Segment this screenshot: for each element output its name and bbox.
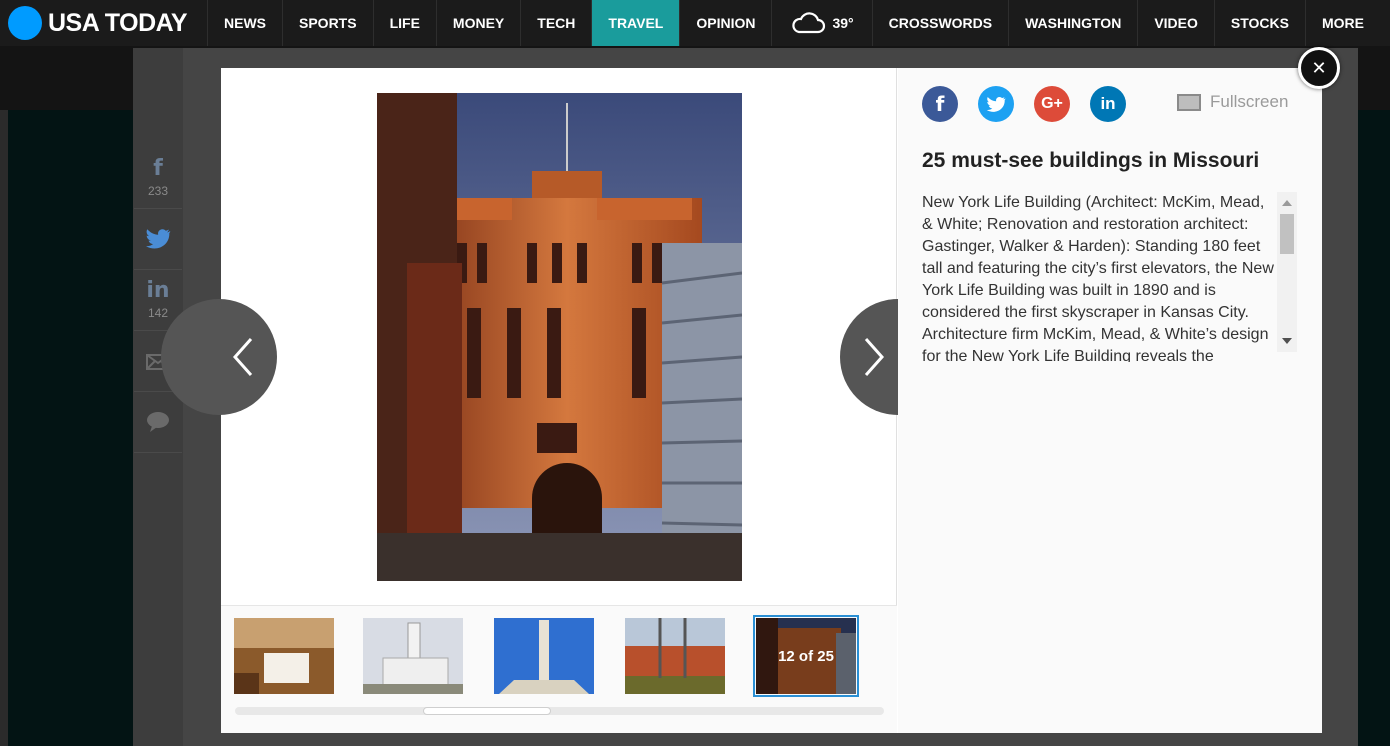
- rail-comment[interactable]: [134, 392, 182, 453]
- caption-box[interactable]: New York Life Building (Architect: McKim…: [922, 192, 1297, 362]
- gallery-title: 25 must-see buildings in Missouri: [922, 149, 1260, 172]
- close-gallery-button[interactable]: ✕: [1298, 47, 1340, 89]
- twitter-icon: [146, 229, 171, 249]
- twitter-share-button[interactable]: [978, 86, 1014, 122]
- linkedin-icon: in: [146, 278, 170, 303]
- thumbnail-item[interactable]: [363, 618, 463, 694]
- thumbnail-item[interactable]: [494, 618, 594, 694]
- gallery-media-panel: 12 of 25: [161, 68, 956, 733]
- nav-more[interactable]: MORE: [1306, 0, 1380, 46]
- close-icon: ✕: [1311, 57, 1327, 79]
- share-rail: f 233 in 142: [134, 148, 182, 453]
- rail-twitter-share[interactable]: [134, 209, 182, 270]
- caption-scrollbar[interactable]: [1277, 192, 1297, 352]
- nav-weather[interactable]: 39°: [772, 0, 873, 46]
- logo-text: USA TODAY: [48, 8, 188, 37]
- nav-travel[interactable]: TRAVEL: [592, 0, 681, 46]
- thumbnail-image: [494, 618, 594, 694]
- usa-today-logo[interactable]: USA TODAY: [0, 0, 208, 46]
- slide-caption: New York Life Building (Architect: McKim…: [922, 194, 1274, 362]
- rail-facebook-share[interactable]: f 233: [134, 148, 182, 209]
- nav-tech[interactable]: TECH: [521, 0, 593, 46]
- scroll-up-arrow-icon[interactable]: [1282, 200, 1292, 206]
- facebook-icon: f: [153, 156, 163, 181]
- linkedin-share-count: 142: [147, 306, 169, 320]
- scroll-down-arrow-icon[interactable]: [1282, 338, 1292, 344]
- gallery-main-photo[interactable]: [377, 93, 742, 581]
- facebook-share-count: 233: [147, 184, 169, 198]
- background-page: [8, 110, 138, 746]
- thumbnail-item[interactable]: [625, 618, 725, 694]
- background-page-right: [1358, 110, 1390, 746]
- nav-video[interactable]: VIDEO: [1138, 0, 1215, 46]
- chevron-right-icon: [864, 338, 885, 376]
- nav-washington[interactable]: WASHINGTON: [1009, 0, 1139, 46]
- thumbnail-scrollbar-thumb[interactable]: [423, 707, 551, 715]
- gallery-modal: 12 of 25 f G+ in Fullscreen 25 must-see …: [161, 68, 1322, 733]
- google-plus-share-button[interactable]: G+: [1034, 86, 1070, 122]
- nav-life[interactable]: LIFE: [374, 0, 437, 46]
- thumbnail-item[interactable]: [234, 618, 334, 694]
- thumbnail-image: [625, 618, 725, 694]
- social-share-buttons: f G+ in: [922, 86, 1146, 122]
- nav-crosswords[interactable]: CROSSWORDS: [873, 0, 1010, 46]
- nav-opinion[interactable]: OPINION: [680, 0, 773, 46]
- nav-sports[interactable]: SPORTS: [283, 0, 374, 46]
- fullscreen-button[interactable]: Fullscreen: [1177, 92, 1288, 112]
- prev-slide-button[interactable]: [161, 299, 277, 415]
- logo-dot-icon: [8, 6, 42, 40]
- nav-stocks[interactable]: STOCKS: [1215, 0, 1306, 46]
- slide-counter: 12 of 25: [756, 618, 856, 694]
- thumbnail-strip: 12 of 25: [221, 605, 897, 733]
- facebook-share-button[interactable]: f: [922, 86, 958, 122]
- building-photo: [377, 93, 742, 581]
- weather-temperature: 39°: [832, 15, 854, 31]
- comment-icon: [147, 412, 169, 432]
- linkedin-share-button[interactable]: in: [1090, 86, 1126, 122]
- linkedin-icon: in: [1100, 94, 1116, 113]
- gallery-info-panel: f G+ in Fullscreen 25 must-see buildings…: [898, 68, 1322, 733]
- thumbnail-image: [363, 618, 463, 694]
- fullscreen-label: Fullscreen: [1210, 92, 1289, 111]
- facebook-icon: f: [935, 92, 945, 116]
- chevron-left-icon: [232, 338, 253, 376]
- nav-money[interactable]: MONEY: [437, 0, 522, 46]
- google-plus-icon: G+: [1041, 95, 1063, 112]
- fullscreen-icon: [1177, 93, 1201, 111]
- cloud-icon: [792, 12, 826, 34]
- top-nav: USA TODAY NEWS SPORTS LIFE MONEY TECH TR…: [0, 0, 1390, 46]
- caption-scrollbar-thumb[interactable]: [1280, 214, 1294, 254]
- nav-news[interactable]: NEWS: [208, 0, 283, 46]
- thumbnail-image: [234, 618, 334, 694]
- thumbnail-item-current[interactable]: 12 of 25: [753, 615, 859, 697]
- thumbnail-scrollbar[interactable]: [235, 707, 884, 715]
- twitter-icon: [986, 96, 1006, 112]
